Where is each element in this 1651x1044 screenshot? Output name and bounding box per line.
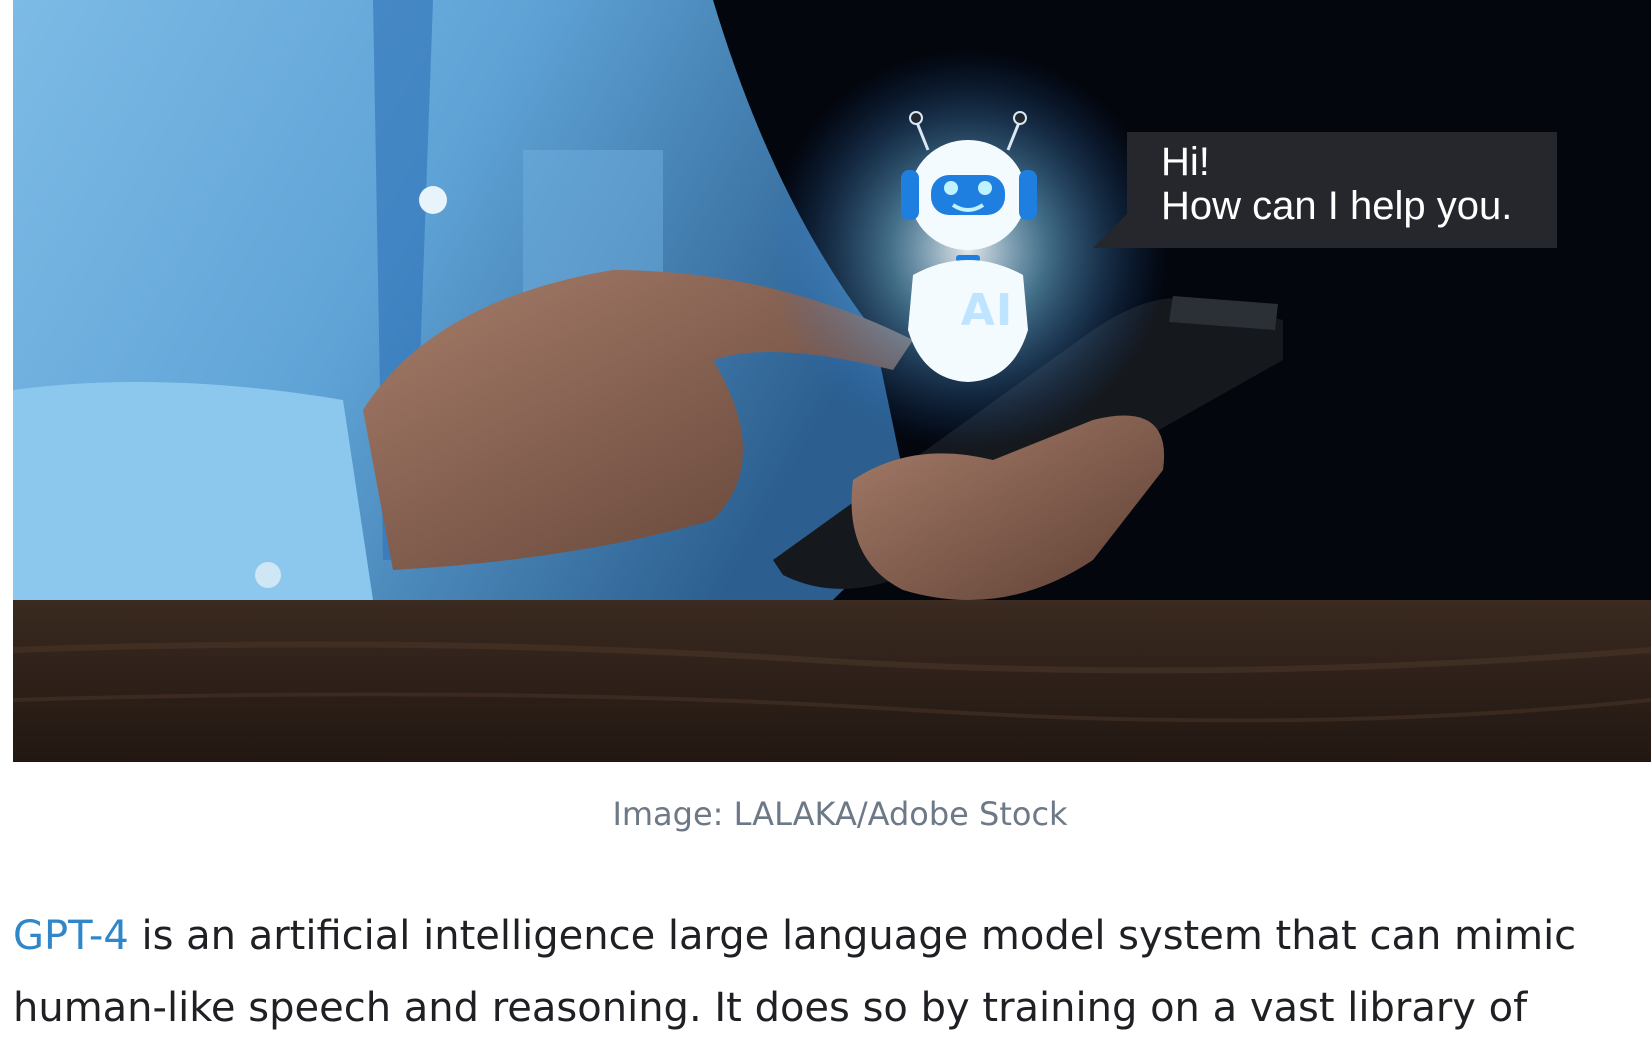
speech-bubble-tail xyxy=(1093,214,1127,248)
speech-bubble: Hi! How can I help you. xyxy=(1093,132,1557,248)
article-paragraph: GPT-4 is an artificial intelligence larg… xyxy=(13,900,1643,1044)
speech-line-greeting: Hi! xyxy=(1161,140,1210,184)
hero-photo-illustration xyxy=(13,0,1651,762)
speech-line-question: How can I help you. xyxy=(1161,184,1513,228)
speech-bubble-text: Hi! How can I help you. xyxy=(1161,140,1512,228)
robot-ai-badge: AI xyxy=(960,285,1014,336)
gpt4-link[interactable]: GPT-4 xyxy=(13,913,129,959)
hero-image: AI Hi! How can I help you. xyxy=(13,0,1651,762)
image-caption: Image: LALAKA/Adobe Stock xyxy=(612,795,1068,833)
article-body-text: is an artificial intelligence large lang… xyxy=(13,913,1577,1031)
